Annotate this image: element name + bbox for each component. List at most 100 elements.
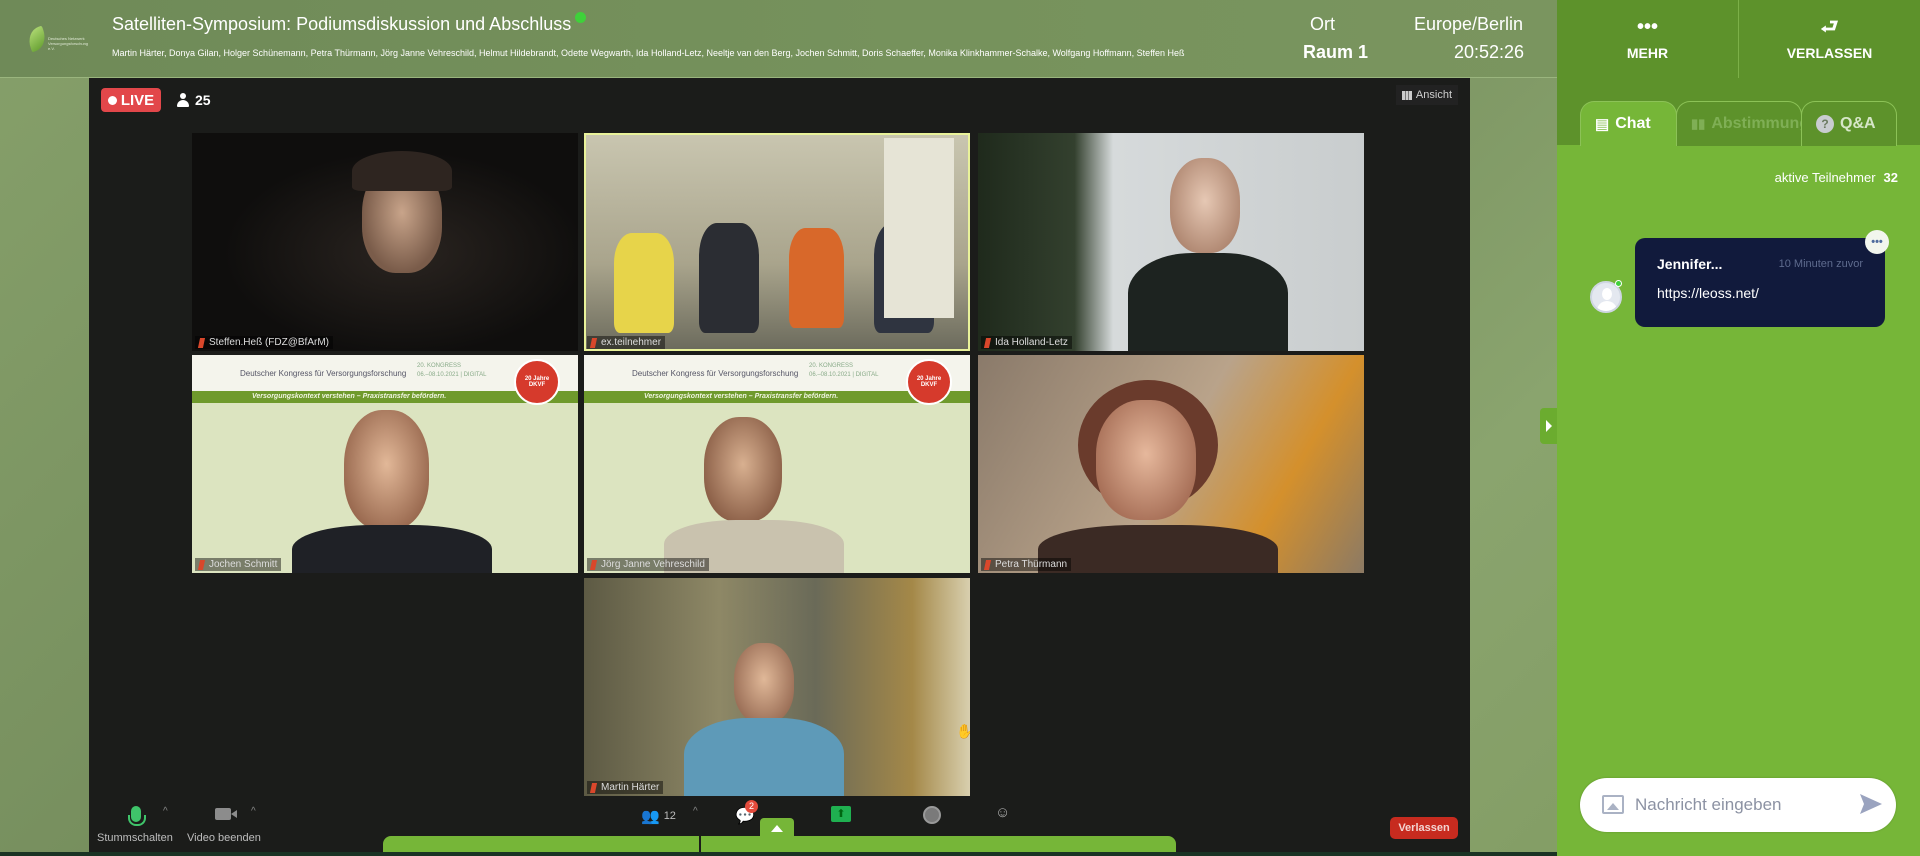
participants-button[interactable]: 👥 12 <box>641 807 676 825</box>
logo-text: Deutsches Netzwerk Versorgungsforschung … <box>48 36 89 51</box>
participant-name: ex.teilnehmer <box>587 336 666 349</box>
camera-icon[interactable] <box>215 808 237 820</box>
record-button[interactable] <box>923 806 941 824</box>
video-tile[interactable]: Ida Holland-Letz <box>978 133 1364 351</box>
tab-voting[interactable]: ▮▮ Abstimmung <box>1676 101 1809 146</box>
view-label: Ansicht <box>1415 89 1452 101</box>
bottom-edge <box>0 852 1557 856</box>
sidebar: ▤ Chat ▮▮ Abstimmung ? Q&A aktive Teilnehme… <box>1557 78 1920 856</box>
participant-video <box>699 223 759 333</box>
view-toggle-button[interactable]: Ansicht <box>1395 85 1458 105</box>
leave-header-button[interactable]: ⮐ VERLASSEN <box>1739 0 1920 78</box>
microphone-icon[interactable] <box>128 806 146 826</box>
share-screen-button[interactable]: ⬆ <box>831 806 851 822</box>
participant-video <box>1170 158 1240 253</box>
organization-logo: Deutsches Netzwerk Versorgungsforschung … <box>24 25 90 56</box>
rollup-banner <box>884 138 954 318</box>
chat-button[interactable]: 💬 2 <box>735 800 758 826</box>
video-stage: LIVE 25 Ansicht Steffen.Heß (FDZ@BfArM) … <box>89 78 1470 856</box>
tab-chat[interactable]: ▤ Chat <box>1580 101 1677 146</box>
anniversary-badge: 20 Jahre DKVF <box>514 359 560 405</box>
image-upload-icon[interactable] <box>1602 795 1624 814</box>
participant-video <box>614 233 674 333</box>
chat-badge: 2 <box>745 800 758 813</box>
video-tile[interactable]: ex.teilnehmer <box>584 133 970 351</box>
active-users-label: aktive Teilnehmer <box>1774 170 1876 185</box>
mute-button[interactable]: Stummschalten <box>97 832 173 844</box>
participant-name: Steffen.Heß (FDZ@BfArM) <box>195 336 333 349</box>
session-title-text: Satelliten-Symposium: Podiumsdiskussion … <box>112 14 572 34</box>
message-time: 10 Minuten zuvor <box>1778 258 1863 270</box>
video-tile[interactable]: Petra Thürmann <box>978 355 1364 573</box>
send-icon[interactable] <box>1860 794 1882 814</box>
participant-hair <box>352 151 452 191</box>
video-tile[interactable]: Steffen.Heß (FDZ@BfArM) <box>192 133 578 351</box>
tab-qa[interactable]: ? Q&A <box>1801 101 1897 146</box>
live-status-dot <box>575 12 587 23</box>
participant-video <box>789 228 844 328</box>
message-text[interactable]: https://leoss.net/ <box>1657 285 1759 301</box>
chat-message: Jennifer... 10 Minuten zuvor https://leo… <box>1635 230 1889 327</box>
leaf-icon <box>24 25 50 53</box>
raise-hand-icon: ✋ <box>956 723 970 739</box>
live-badge: LIVE <box>101 88 161 112</box>
ellipsis-icon: ••• <box>1636 16 1658 38</box>
collapse-sidebar-button[interactable] <box>1540 408 1557 444</box>
participant-name: Petra Thürmann <box>981 558 1072 571</box>
more-button[interactable]: ••• MEHR <box>1557 0 1739 78</box>
banner-dates: 06.–08.10.2021 | DIGITAL <box>417 372 487 378</box>
bar-chart-icon: ▮▮ <box>1691 116 1706 131</box>
banner-edition: 20. KONGRESS <box>809 363 854 369</box>
location-label: Ort <box>1310 14 1335 34</box>
participant-name: Ida Holland-Letz <box>981 336 1072 349</box>
active-users: aktive Teilnehmer 32 <box>1775 170 1898 185</box>
banner-title: Deutscher Kongress für Versorgungsforsch… <box>240 369 407 378</box>
location-value: Raum 1 <box>1303 42 1369 62</box>
expand-drawer-button[interactable] <box>760 818 794 838</box>
live-dot-icon <box>107 95 117 105</box>
participant-body <box>1038 525 1278 573</box>
session-title: Satelliten-Symposium: Podiumsdiskussion … <box>112 12 587 35</box>
return-arrow-icon: ⮐ <box>1820 16 1839 38</box>
participant-name: Jochen Schmitt <box>195 558 282 571</box>
viewer-count-value: 25 <box>195 92 211 108</box>
smiley-icon: ☺ <box>995 804 1011 821</box>
share-arrow-icon: ⬆ <box>836 808 846 820</box>
participant-video <box>344 410 429 530</box>
mic-options-caret[interactable]: ^ <box>163 806 168 817</box>
message-composer <box>1580 778 1896 832</box>
banner-dates: 06.–08.10.2021 | DIGITAL <box>809 372 879 378</box>
top-bar: Deutsches Netzwerk Versorgungsforschung … <box>0 0 1557 78</box>
clock: 20:52:26 <box>1454 42 1525 62</box>
more-label: MEHR <box>1626 45 1669 61</box>
participants-count: 12 <box>663 810 676 822</box>
grid-icon <box>1401 90 1412 100</box>
video-options-caret[interactable]: ^ <box>251 806 256 817</box>
leave-meeting-button[interactable]: Verlassen <box>1390 817 1458 839</box>
online-indicator <box>1615 280 1622 287</box>
video-tile[interactable]: Deutscher Kongress für Versorgungsforsch… <box>584 355 970 573</box>
video-tile[interactable]: ✋ Martin Härter <box>584 578 970 796</box>
message-input[interactable] <box>1635 788 1845 822</box>
video-tile[interactable]: Deutscher Kongress für Versorgungsforsch… <box>192 355 578 573</box>
viewer-count: 25 <box>177 92 211 108</box>
participant-name: Jörg Janne Vehreschild <box>587 558 709 571</box>
person-icon <box>177 93 189 107</box>
leave-header-label: VERLASSEN <box>1786 45 1873 61</box>
participant-video <box>1096 400 1196 520</box>
banner-title: Deutscher Kongress für Versorgungsforsch… <box>632 369 799 378</box>
tab-voting-label: Abstimmung <box>1711 115 1810 132</box>
speaker-list: Martin Härter, Donya Gilan, Holger Schün… <box>112 48 1185 58</box>
chat-icon: ▤ <box>1595 116 1610 133</box>
message-options-button[interactable]: ••• <box>1865 230 1889 254</box>
participant-video <box>734 643 794 723</box>
timezone-label: Europe/Berlin <box>1414 14 1524 34</box>
message-author: Jennifer... <box>1657 256 1723 272</box>
participant-body <box>292 525 492 573</box>
participant-body <box>684 718 844 796</box>
participant-body <box>1128 253 1288 351</box>
reactions-button[interactable]: ☺ <box>995 804 1010 821</box>
live-label: LIVE <box>120 91 155 109</box>
participants-caret[interactable]: ^ <box>693 806 698 817</box>
stop-video-button[interactable]: Video beenden <box>187 832 261 844</box>
